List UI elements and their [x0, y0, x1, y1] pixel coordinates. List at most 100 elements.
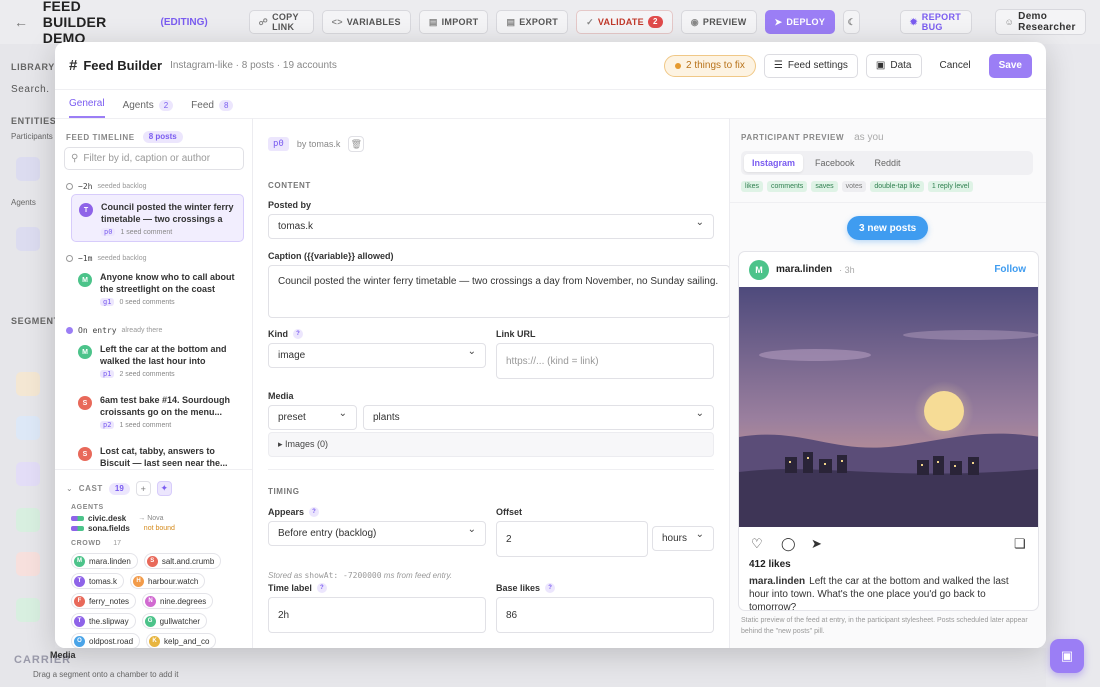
cancel-button[interactable]: Cancel — [929, 53, 981, 78]
media-source-select[interactable]: preset — [268, 405, 357, 430]
chevron-down-icon[interactable]: ⌄ — [66, 484, 73, 493]
preview-button[interactable]: ◉ PREVIEW — [680, 10, 757, 34]
tab-feed[interactable]: Feed 8 — [191, 100, 234, 118]
bookmark-icon[interactable]: ❏ — [1014, 536, 1026, 552]
offset-unit-select[interactable]: hours — [652, 526, 714, 551]
modal-header: # Feed Builder Instagram-like · 8 posts … — [55, 42, 1046, 90]
avatar: T — [74, 575, 85, 587]
validate-button[interactable]: ✓ VALIDATE 2 — [576, 10, 673, 34]
crowd-chip[interactable]: Tthe.slipway — [71, 613, 136, 629]
things-to-fix-chip[interactable]: 2 things to fix — [663, 54, 756, 77]
crowd-chip[interactable]: Ttomas.k — [71, 573, 125, 589]
segment-tile[interactable] — [16, 508, 40, 532]
trash-icon[interactable]: 🗑 — [348, 136, 365, 152]
post-time: · 3h — [839, 264, 855, 275]
save-button[interactable]: Save — [988, 53, 1032, 78]
hash-icon: # — [69, 57, 78, 74]
post-author[interactable]: mara.linden — [776, 264, 832, 275]
segment-tile[interactable] — [16, 416, 40, 440]
user-menu[interactable]: ☺ Demo Researcher — [994, 9, 1087, 35]
magic-wand-icon[interactable]: ✦ — [156, 481, 172, 496]
crowd-name: the.slipway — [89, 616, 129, 626]
kind-select[interactable]: image — [268, 343, 486, 368]
caption-label: Caption ({{variable}} allowed) — [268, 251, 394, 261]
segment-tile[interactable] — [16, 462, 40, 486]
help-icon[interactable]: ? — [545, 583, 556, 593]
import-label: IMPORT — [441, 17, 479, 27]
timeline-count: 8 posts — [142, 131, 183, 143]
assistant-bot-button[interactable]: ▣ — [1050, 639, 1084, 673]
stored-note-code: showAt: -7200000 — [304, 571, 382, 580]
time-label-input[interactable]: 2h — [268, 597, 486, 633]
crowd-chip[interactable]: Mmara.linden — [71, 553, 138, 569]
follow-button[interactable]: Follow — [994, 264, 1026, 275]
library-search[interactable]: Search. — [11, 84, 50, 95]
post-card: M mara.linden · 3h Follow ♡ ◯ ➤ ❏ 412 li… — [738, 251, 1039, 611]
heart-icon[interactable]: ♡ — [751, 536, 763, 552]
segment-tile[interactable] — [16, 552, 40, 576]
crowd-chip[interactable]: Ooldpost.road — [71, 633, 141, 648]
timeline-post[interactable]: M Anyone know who to call about the stre… — [71, 265, 244, 313]
post-id: p2 — [100, 421, 115, 429]
tab-facebook[interactable]: Facebook — [807, 154, 863, 172]
library-label: LIBRARY — [11, 62, 55, 72]
crowd-chip[interactable]: Kkelp_and_co — [146, 633, 217, 648]
offset-input[interactable]: 2 — [496, 521, 648, 557]
help-icon[interactable]: ? — [316, 583, 327, 593]
crowd-chip[interactable]: Nnine.degrees — [142, 593, 214, 609]
agent-tag-icon — [71, 526, 84, 531]
import-button[interactable]: ▤ IMPORT — [418, 10, 489, 34]
theme-toggle-button[interactable]: ☾ — [843, 10, 861, 34]
copy-link-label: COPY LINK — [272, 12, 299, 32]
report-bug-button[interactable]: ✹ REPORT BUG — [899, 10, 972, 34]
editing-status: (EDITING) — [160, 16, 208, 28]
appears-select[interactable]: Before entry (backlog) — [268, 521, 486, 546]
crowd-chip[interactable]: Ggullwatcher — [141, 613, 208, 629]
send-icon[interactable]: ➤ — [811, 536, 822, 552]
timeline-post[interactable]: T Council posted the winter ferry timeta… — [71, 194, 244, 242]
timeline-post[interactable]: M Left the car at the bottom and walked … — [71, 337, 244, 385]
help-icon[interactable]: ? — [293, 329, 303, 339]
nova-entity[interactable] — [16, 227, 40, 251]
like-count: 412 likes — [749, 559, 791, 570]
crowd-chip[interactable]: Fferry_notes — [71, 593, 137, 609]
base-likes-input[interactable]: 86 — [496, 597, 714, 633]
tab-instagram[interactable]: Instagram — [744, 154, 804, 172]
post-caption: mara.linden Left the car at the bottom an… — [749, 575, 1029, 610]
caption-author[interactable]: mara.linden — [749, 576, 805, 587]
copy-link-button[interactable]: ☍ COPY LINK — [248, 10, 314, 34]
human-entity[interactable] — [16, 157, 40, 181]
modal-subtitle: Instagram-like · 8 posts · 19 accounts — [170, 60, 337, 71]
data-button[interactable]: ▣ Data — [865, 53, 922, 78]
comment-icon[interactable]: ◯ — [781, 536, 796, 552]
timeline-search-input[interactable]: ⚲ Filter by id, caption or author — [64, 147, 244, 170]
bug-icon: ✹ — [909, 16, 918, 27]
deploy-button[interactable]: ➤ DEPLOY — [764, 10, 836, 34]
images-toggle[interactable]: ▸ Images (0) — [268, 432, 714, 457]
tab-general[interactable]: General — [69, 98, 105, 118]
tab-reddit[interactable]: Reddit — [867, 154, 909, 172]
variables-button[interactable]: <> VARIABLES — [321, 10, 411, 34]
posted-by-select[interactable]: tomas.k — [268, 214, 714, 239]
back-arrow-icon[interactable]: ← — [14, 14, 35, 30]
preview-label: PARTICIPANT PREVIEW — [741, 133, 845, 142]
media-preset-select[interactable]: plants — [363, 405, 714, 430]
crowd-chip[interactable]: Hharbour.watch — [130, 573, 206, 589]
crowd-chip[interactable]: Ssalt.and.crumb — [143, 553, 222, 569]
timeline-post[interactable]: S 6am test bake #14. Sourdough croissant… — [71, 388, 244, 436]
export-button[interactable]: ▤ EXPORT — [496, 10, 569, 34]
help-icon[interactable]: ? — [309, 507, 320, 517]
feed-settings-button[interactable]: ☰ Feed settings — [763, 53, 858, 78]
agent-row[interactable]: sona.fields not bound — [71, 524, 175, 533]
save-label: Save — [998, 60, 1022, 71]
media-preset-value: plants — [373, 412, 400, 423]
segment-tile[interactable] — [16, 372, 40, 396]
new-posts-pill[interactable]: 3 new posts — [847, 216, 929, 240]
post-text: Anyone know who to call about the street… — [100, 272, 235, 294]
link-url-input[interactable]: https://... (kind = link) — [496, 343, 714, 379]
tab-agents[interactable]: Agents 2 — [123, 100, 174, 118]
agent-row[interactable]: civic.desk → Nova — [71, 514, 164, 523]
segment-tile[interactable] — [16, 598, 40, 622]
add-cast-button[interactable]: + — [135, 481, 151, 496]
caption-textarea[interactable]: Council posted the winter ferry timetabl… — [268, 265, 729, 318]
